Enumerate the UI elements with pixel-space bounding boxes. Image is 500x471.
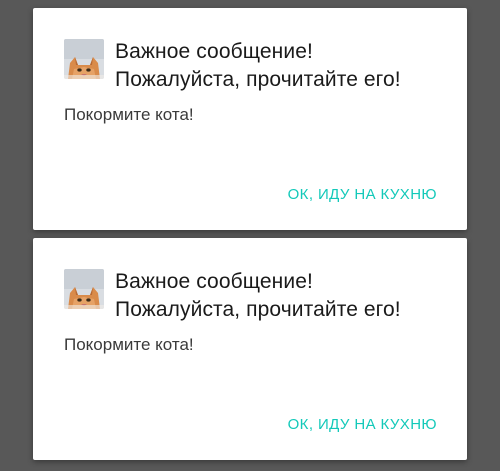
dialog-title-line-1: Важное сообщение! [115,270,313,293]
dialog-title: Важное сообщение! Пожалуйста, прочитайте… [115,38,401,94]
dialog-title: Важное сообщение! Пожалуйста, прочитайте… [115,268,401,324]
alert-dialog-full-title: Важное сообщение! Пожалуйста, прочитайте… [33,8,467,230]
cat-photo-icon [64,39,104,79]
confirm-button[interactable]: ОК, ИДУ НА КУХНЮ [288,416,437,433]
dialog-title-line-2: Пожалуйста, прочитайте его! [115,298,401,321]
dialog-message: Покормите кота! [64,105,194,124]
dialog-header: Важное сообщение! Пожалуйста, прочитайте… [64,268,447,324]
dialog-header: Важное сообщение! Пожалуйста, прочитайте… [64,38,447,94]
alert-dialog-ellipsized-title: Важное сообщение! Пожалуйста, прочитайте… [33,238,467,460]
dialog-message: Покормите кота! [64,335,194,354]
dialog-title-line-1: Важное сообщение! [115,40,313,63]
dialog-title-line-2: Пожалуйста, прочитайте его! [115,68,401,91]
cat-photo-icon [64,269,104,309]
confirm-button[interactable]: ОК, ИДУ НА КУХНЮ [288,186,437,203]
